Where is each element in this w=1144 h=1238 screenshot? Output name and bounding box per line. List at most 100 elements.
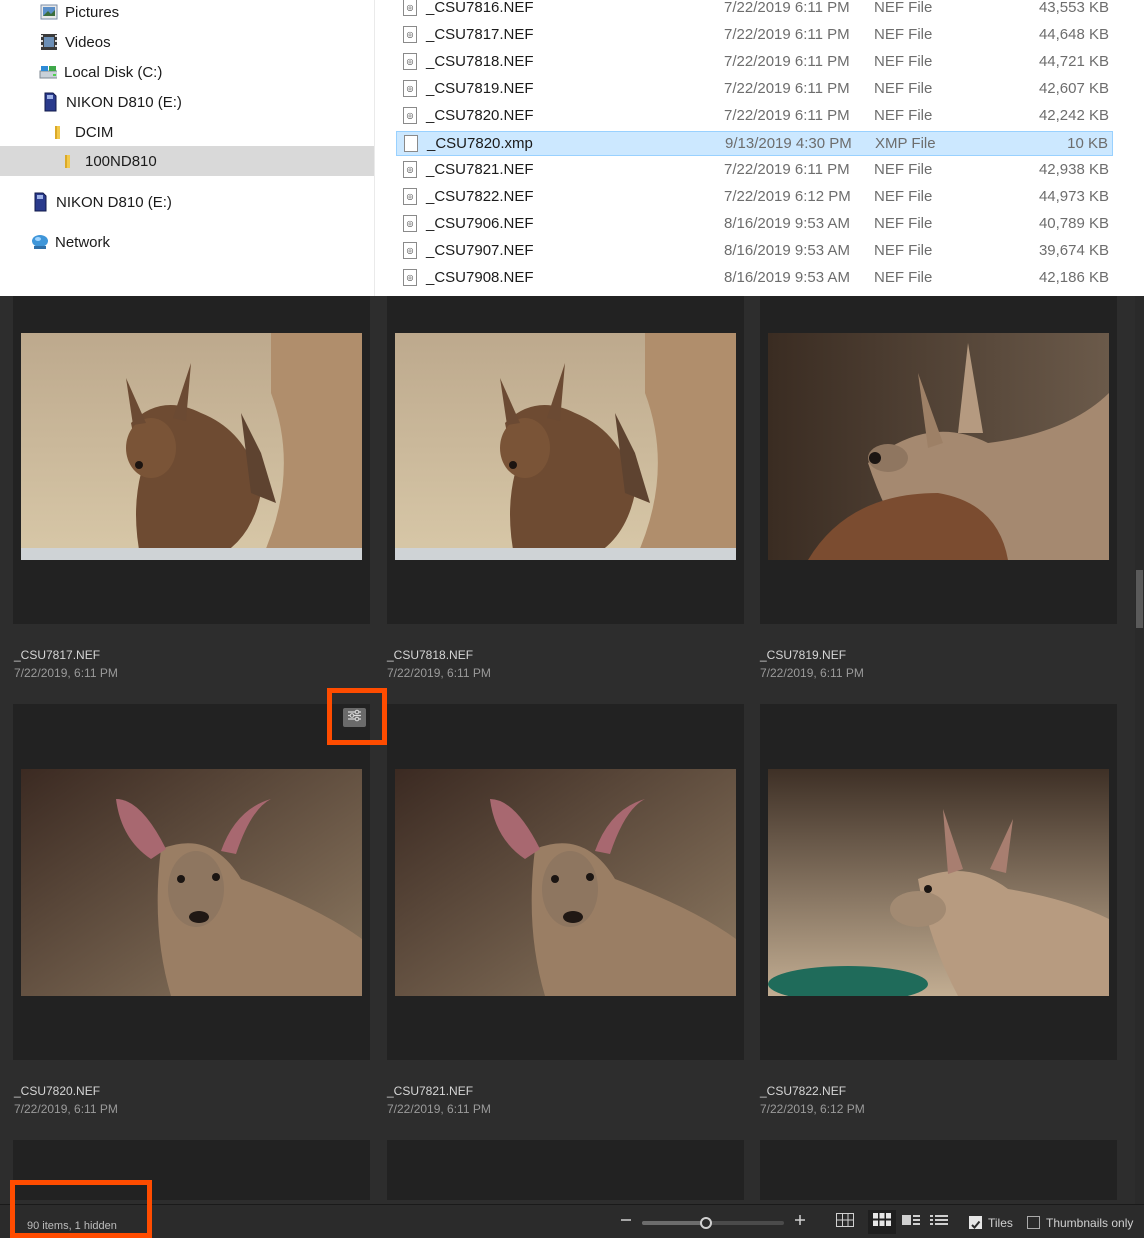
file-date: 9/13/2019 4:30 PM	[725, 135, 852, 152]
nef-file-icon: ◎	[403, 53, 417, 70]
file-row[interactable]: ◎ _CSU7817.NEF 7/22/2019 6:11 PM NEF File 44…	[396, 23, 1113, 48]
plus-icon	[794, 1213, 806, 1231]
file-row[interactable]: ◎ _CSU7822.NEF 7/22/2019 6:12 PM NEF File 44…	[396, 185, 1113, 210]
pictures-folder-icon	[40, 3, 58, 21]
minus-icon	[620, 1213, 632, 1231]
file-date: 8/16/2019 9:53 AM	[724, 215, 850, 232]
tiles-checkbox[interactable]	[969, 1216, 982, 1229]
grid-small-view-button[interactable]	[835, 1212, 855, 1232]
tile-date: 7/22/2019, 6:11 PM	[760, 666, 864, 680]
file-date: 7/22/2019 6:11 PM	[724, 80, 850, 97]
file-type: NEF File	[874, 107, 933, 124]
file-name: _CSU7819.NEF	[426, 80, 534, 97]
file-type: NEF File	[874, 215, 933, 232]
file-type: NEF File	[874, 161, 933, 178]
thumbnail-tile[interactable]	[760, 704, 1117, 1060]
file-row[interactable]: ◎ _CSU7907.NEF 8/16/2019 9:53 AM NEF File 39…	[396, 239, 1113, 264]
file-name: _CSU7822.NEF	[426, 188, 534, 205]
thumbnail-tile[interactable]	[13, 704, 370, 1060]
nav-item-videos[interactable]: Videos	[40, 27, 111, 57]
tile-caption: _CSU7817.NEF 7/22/2019, 6:11 PM	[14, 648, 118, 680]
nav-item-label: Network	[55, 233, 111, 251]
nav-item-local-disk[interactable]: Local Disk (C:)	[39, 57, 162, 87]
image-browser: _CSU7817.NEF 7/22/2019, 6:11 PM _CSU7818…	[0, 296, 1144, 1238]
file-date: 7/22/2019 6:11 PM	[724, 107, 850, 124]
nav-item-dcim[interactable]: DCIM	[50, 117, 113, 147]
file-name: _CSU7907.NEF	[426, 242, 534, 259]
vertical-scrollbar[interactable]	[1135, 296, 1144, 1204]
file-list: ◎ _CSU7816.NEF 7/22/2019 6:11 PM NEF File 43…	[376, 0, 1144, 296]
thumbnail-tile[interactable]	[387, 1140, 744, 1200]
tile-filename: _CSU7819.NEF	[760, 648, 847, 662]
thumbnails-only-checkbox[interactable]	[1027, 1216, 1040, 1229]
nef-file-icon: ◎	[403, 188, 417, 205]
filmstrip-view-button[interactable]	[900, 1212, 922, 1232]
photo-thumbnail[interactable]	[768, 333, 1109, 560]
nef-file-icon: ◎	[403, 161, 417, 178]
nef-file-icon: ◎	[403, 107, 417, 124]
file-row[interactable]: _CSU7820.xmp 9/13/2019 4:30 PM XMP File 10 …	[396, 131, 1113, 156]
nav-item-pictures[interactable]: Pictures	[40, 0, 119, 27]
photo-thumbnail[interactable]	[395, 333, 736, 560]
file-size: 42,242 KB	[1038, 107, 1109, 124]
file-row[interactable]: ◎ _CSU7906.NEF 8/16/2019 9:53 AM NEF File 40…	[396, 212, 1113, 237]
file-row[interactable]: ◎ _CSU7821.NEF 7/22/2019 6:11 PM NEF File 42…	[396, 158, 1113, 183]
grid-view-button[interactable]	[868, 1210, 896, 1234]
file-date: 8/16/2019 9:53 AM	[724, 269, 850, 286]
zoom-slider[interactable]	[642, 1217, 784, 1229]
nav-item-100nd810[interactable]: 100ND810	[0, 146, 374, 176]
nav-item-nikon-d810-root[interactable]: NIKON D810 (E:)	[31, 187, 172, 217]
navigation-pane: Pictures Videos Local Disk (C:) NIKON D8…	[0, 0, 375, 296]
thumbnail-tile[interactable]	[13, 296, 370, 624]
tile-filename: _CSU7817.NEF	[14, 648, 101, 662]
grid-icon	[873, 1213, 891, 1231]
tile-caption: _CSU7818.NEF 7/22/2019, 6:11 PM	[387, 648, 491, 680]
file-size: 42,186 KB	[1038, 269, 1109, 286]
thumbnail-tile[interactable]	[387, 704, 744, 1060]
file-date: 7/22/2019 6:11 PM	[724, 53, 850, 70]
list-view-button[interactable]	[928, 1212, 950, 1232]
thumbnail-tile[interactable]	[387, 296, 744, 624]
tile-caption: _CSU7822.NEF 7/22/2019, 6:12 PM	[760, 1084, 865, 1116]
thumbnail-tile[interactable]	[760, 1140, 1117, 1200]
tile-date: 7/22/2019, 6:11 PM	[387, 1102, 491, 1116]
file-name: _CSU7817.NEF	[426, 26, 534, 43]
filmstrip-icon	[902, 1213, 920, 1231]
tile-caption: _CSU7821.NEF 7/22/2019, 6:11 PM	[387, 1084, 491, 1116]
folder-icon	[50, 123, 68, 141]
photo-thumbnail[interactable]	[395, 769, 736, 996]
thumbnails-only-label[interactable]: Thumbnails only	[1046, 1216, 1133, 1230]
file-date: 7/22/2019 6:11 PM	[724, 26, 850, 43]
photo-thumbnail[interactable]	[768, 769, 1109, 996]
photo-thumbnail[interactable]	[21, 333, 362, 560]
thumbnail-tile[interactable]	[760, 296, 1117, 624]
file-type: XMP File	[875, 135, 936, 152]
scroll-thumb[interactable]	[1136, 570, 1143, 628]
tiles-label[interactable]: Tiles	[988, 1216, 1013, 1230]
tile-caption: _CSU7820.NEF 7/22/2019, 6:11 PM	[14, 1084, 118, 1116]
nav-item-network[interactable]: Network	[30, 227, 110, 257]
network-icon	[30, 233, 48, 251]
file-size: 44,721 KB	[1038, 53, 1109, 70]
nav-item-nikon-d810[interactable]: NIKON D810 (E:)	[41, 87, 182, 117]
zoom-in-button[interactable]	[791, 1213, 809, 1231]
list-icon	[930, 1213, 948, 1231]
file-name: _CSU7908.NEF	[426, 269, 534, 286]
file-row[interactable]: ◎ _CSU7819.NEF 7/22/2019 6:11 PM NEF File 42…	[396, 77, 1113, 102]
file-name: _CSU7906.NEF	[426, 215, 534, 232]
file-row[interactable]: ◎ _CSU7818.NEF 7/22/2019 6:11 PM NEF File 44…	[396, 50, 1113, 75]
zoom-slider-knob[interactable]	[699, 1217, 712, 1229]
tile-filename: _CSU7820.NEF	[14, 1084, 101, 1098]
file-type: NEF File	[874, 0, 933, 16]
file-row[interactable]: ◎ _CSU7908.NEF 8/16/2019 9:53 AM NEF File 42…	[396, 266, 1113, 291]
tile-date: 7/22/2019, 6:11 PM	[14, 666, 118, 680]
file-size: 10 KB	[1067, 135, 1108, 152]
zoom-out-button[interactable]	[617, 1213, 635, 1231]
file-name: _CSU7820.NEF	[426, 107, 534, 124]
file-row[interactable]: ◎ _CSU7820.NEF 7/22/2019 6:11 PM NEF File 42…	[396, 104, 1113, 129]
photo-thumbnail[interactable]	[21, 769, 362, 996]
sd-card-icon	[41, 92, 59, 112]
file-row[interactable]: ◎ _CSU7816.NEF 7/22/2019 6:11 PM NEF File 43…	[396, 0, 1113, 21]
file-name: _CSU7816.NEF	[426, 0, 534, 16]
file-type: NEF File	[874, 242, 933, 259]
